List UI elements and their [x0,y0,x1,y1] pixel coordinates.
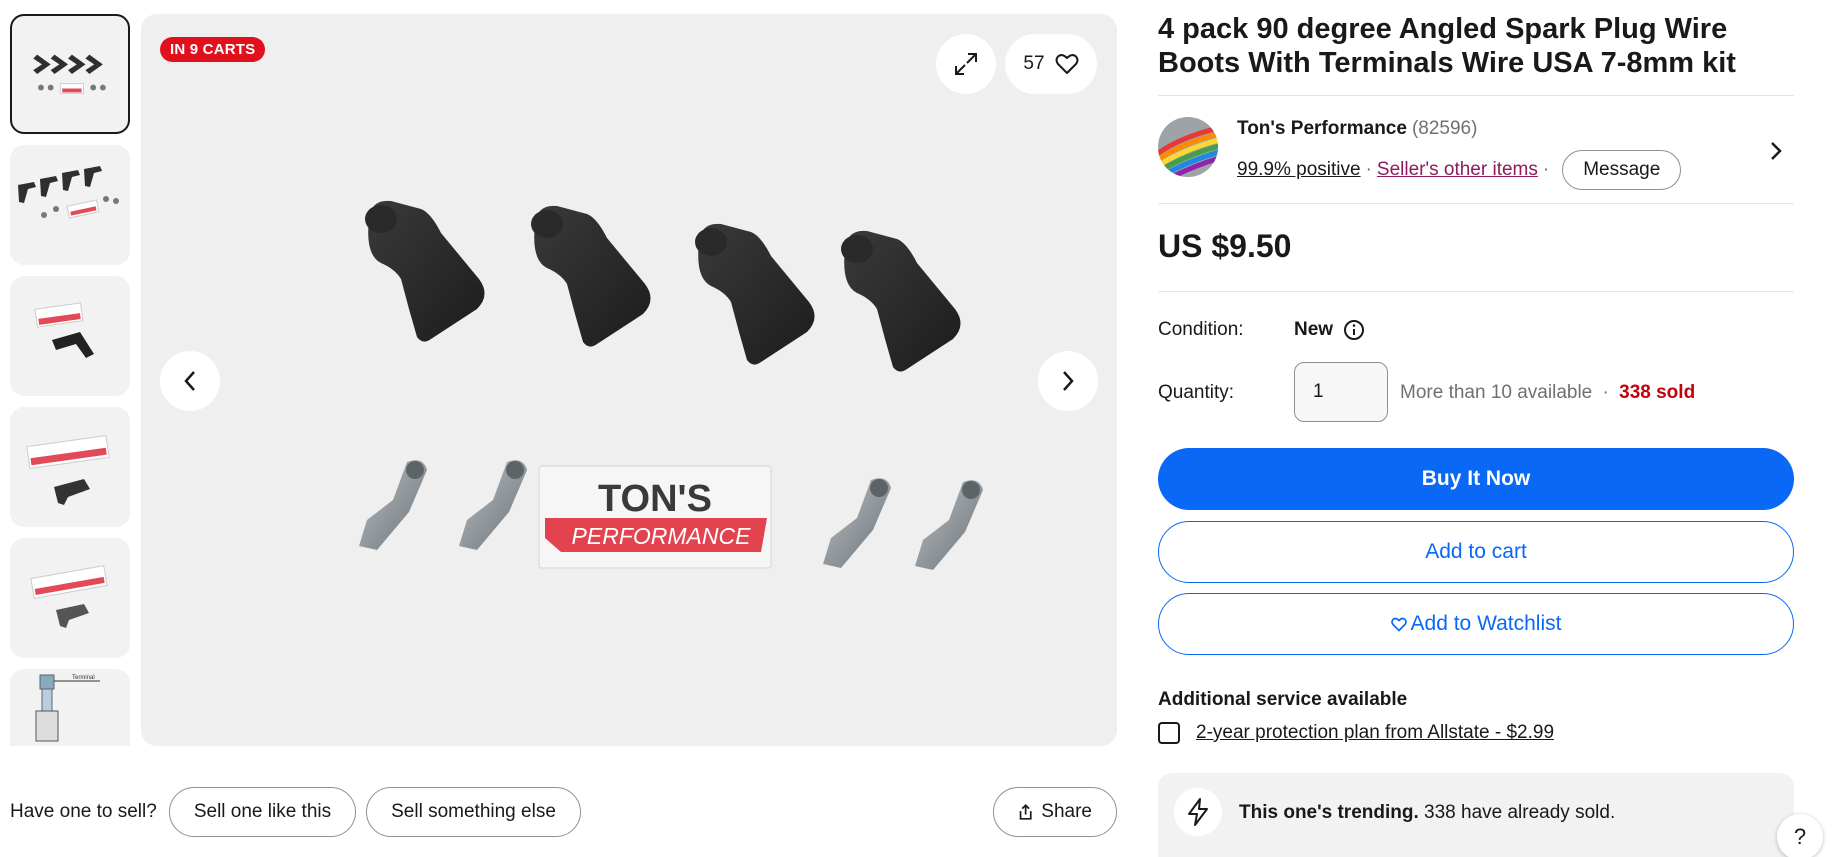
thumbnail-6[interactable]: Terminal [10,669,130,746]
info-icon[interactable] [1343,319,1365,341]
listing-title: 4 pack 90 degree Angled Spark Plug Wire … [1158,13,1736,79]
buy-it-now-button[interactable]: Buy It Now [1158,448,1794,510]
logo-card: TON'S PERFORMANCE [538,465,772,569]
lightning-bolt-icon [1188,798,1208,826]
protection-plan-checkbox[interactable] [1158,722,1180,744]
product-photo: TON'S PERFORMANCE [359,200,983,570]
sell-one-like-this-button[interactable]: Sell one like this [168,787,357,837]
share-label: Share [1041,801,1092,822]
divider [1158,95,1794,96]
quantity-label: Quantity: [1158,382,1235,403]
protection-plan-link[interactable]: 2-year protection plan from Allstate - $… [1196,722,1554,744]
seller-links: 99.9% positive · Seller's other items · … [1237,150,1682,190]
sold-count: 338 sold [1619,382,1696,403]
boot-group [365,200,961,372]
divider [1158,203,1794,204]
seller-name[interactable]: Ton's Performance [1237,118,1407,139]
additional-service-title: Additional service available [1158,689,1408,710]
watch-count-button[interactable]: 57 [1005,34,1097,94]
heart-icon [1390,617,1407,631]
previous-image-button[interactable] [160,351,220,411]
heart-icon [1055,54,1079,74]
seller-other-items-link[interactable]: Seller's other items [1377,159,1538,181]
quantity-input[interactable] [1294,362,1388,422]
watch-count: 57 [1023,53,1045,74]
price: US $9.50 [1158,228,1292,264]
seller-positive-link[interactable]: 99.9% positive [1237,159,1361,181]
availability-row: More than 10 available · 338 sold [1400,382,1695,404]
trending-bold: This one's trending. [1239,802,1419,823]
protection-plan-row: 2-year protection plan from Allstate - $… [1158,722,1554,744]
add-to-cart-button[interactable]: Add to cart [1158,521,1794,583]
share-icon [1019,803,1032,820]
expand-image-button[interactable] [936,34,996,94]
separator-dot: · [1542,159,1550,180]
thumbnail-4[interactable] [10,407,130,527]
in-carts-badge: IN 9 CARTS [160,37,266,62]
seller-name-row[interactable]: Ton's Performance (82596) [1237,118,1477,140]
condition-value: New [1294,319,1334,340]
seller-feedback-count: (82596) [1411,118,1478,139]
diagram-label: Terminal [72,675,95,681]
sell-label: Have one to sell? [10,801,157,822]
chevron-left-icon [184,371,195,391]
thumbnail-strip[interactable]: Terminal [10,14,130,746]
message-seller-button[interactable]: Message [1562,150,1682,190]
seller-chevron-right-icon[interactable] [1766,139,1786,163]
trending-detail: 338 have already sold. [1424,802,1616,823]
separator-dot: · [1602,382,1609,403]
sell-something-else-button[interactable]: Sell something else [366,787,581,837]
separator-dot: · [1365,159,1372,180]
next-image-button[interactable] [1038,351,1098,411]
share-button[interactable]: Share [993,787,1117,837]
thumbnail-3[interactable] [10,276,130,396]
main-product-image[interactable]: TON'S PERFORMANCE IN 9 CARTS 57 [141,14,1117,746]
trending-banner: This one's trending. 338 have already so… [1158,773,1794,857]
thumbnail-2[interactable] [10,145,130,265]
add-to-watchlist-label: Add to Watchlist [1410,612,1562,635]
condition-value-row: New [1294,319,1365,341]
trend-icon-wrap [1174,788,1222,836]
thumbnail-5[interactable] [10,538,130,658]
availability-text: More than 10 available [1400,382,1593,403]
expand-icon [955,53,977,75]
sell-row: Have one to sell? Sell one like this Sel… [10,787,591,837]
divider [1158,291,1794,292]
seller-avatar[interactable] [1158,117,1218,177]
chevron-right-icon [1063,371,1074,391]
add-to-watchlist-button[interactable]: Add to Watchlist [1158,593,1794,655]
logo-text-tons: TON'S [598,478,712,520]
help-button[interactable]: ? [1777,814,1823,857]
condition-label: Condition: [1158,319,1244,340]
logo-text-performance: PERFORMANCE [572,523,752,549]
thumbnail-1[interactable] [10,14,130,134]
trending-text: This one's trending. 338 have already so… [1239,802,1615,824]
